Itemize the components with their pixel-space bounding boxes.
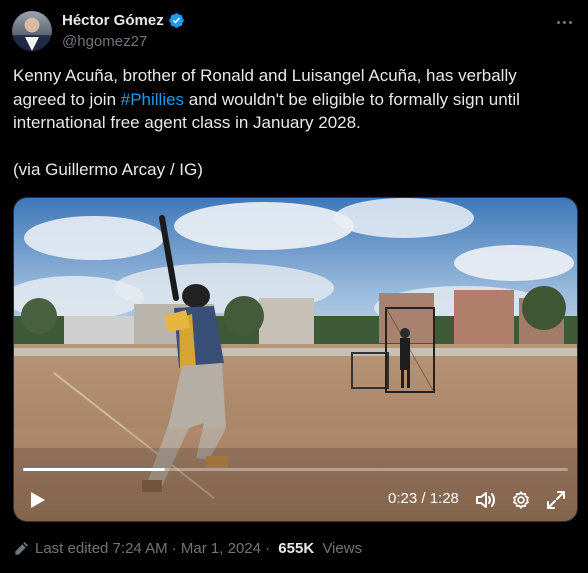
tweet-text: Kenny Acuña, brother of Ronald and Luisa… — [13, 64, 568, 181]
views-label: Views — [318, 540, 363, 557]
play-icon[interactable] — [26, 489, 48, 511]
tweet-via: (via Guillermo Arcay / IG) — [13, 159, 203, 179]
pencil-edit-icon[interactable] — [13, 541, 29, 557]
tweet-footer: Last edited 7:24 AM · Mar 1, 2024 · 655K… — [13, 540, 362, 557]
author-display-name[interactable]: Héctor Gómez — [62, 12, 164, 29]
author-handle[interactable]: @hgomez27 — [62, 33, 147, 50]
video-time-display: 0:23 / 1:28 — [388, 490, 459, 507]
video-progress-fill — [23, 468, 166, 471]
edited-timestamp-link[interactable]: Last edited 7:24 AM · Mar 1, 2024 · — [35, 540, 274, 557]
author-name-row[interactable]: Héctor Gómez — [62, 12, 185, 29]
settings-gear-icon[interactable] — [511, 490, 531, 510]
volume-icon[interactable] — [475, 490, 497, 510]
more-options-icon[interactable] — [552, 12, 576, 32]
video-progress-bar[interactable] — [23, 468, 568, 471]
verified-badge-icon[interactable] — [168, 12, 185, 29]
hashtag-link[interactable]: #Phillies — [121, 90, 184, 109]
video-player[interactable]: 0:23 / 1:28 — [13, 197, 578, 522]
views-count[interactable]: 655K — [278, 540, 314, 557]
fullscreen-icon[interactable] — [546, 490, 566, 510]
video-frame — [14, 198, 577, 521]
author-avatar[interactable] — [12, 11, 52, 51]
